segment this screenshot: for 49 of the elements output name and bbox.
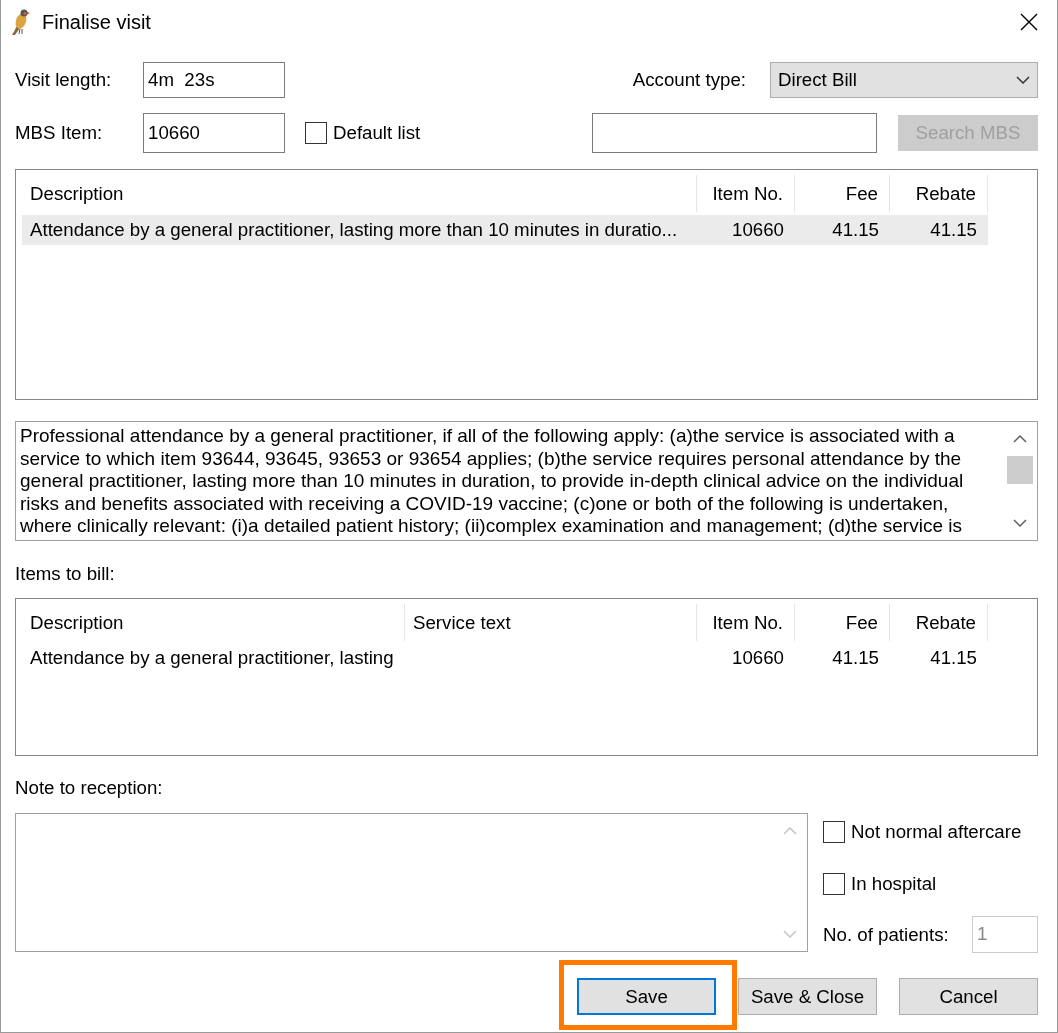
table-cell-text: 41.15 xyxy=(929,646,978,670)
column-header[interactable]: Rebate xyxy=(890,175,988,212)
visit-length-field[interactable]: 4m 23s xyxy=(143,62,285,98)
field-label: No. of patients: xyxy=(823,922,949,946)
checkbox[interactable] xyxy=(823,820,845,843)
table-cell-text: 41.15 xyxy=(831,646,880,670)
column-header[interactable]: Fee xyxy=(795,604,890,641)
list-row[interactable]: Attendance by a general practitioner, lasting 10660 41.15 41.15 xyxy=(22,643,988,673)
column-header[interactable]: Description xyxy=(22,175,697,212)
chevron-down-icon[interactable] xyxy=(1013,519,1027,527)
section-label: Items to bill: xyxy=(15,564,115,584)
checkbox[interactable] xyxy=(823,873,845,896)
chevron-down-icon xyxy=(783,930,797,938)
checkbox[interactable] xyxy=(305,122,327,144)
section-label: Note to reception: xyxy=(15,778,163,798)
chevron-up-icon[interactable] xyxy=(1013,435,1027,443)
description-text: Professional attendance by a general practitioner, if all of the following apply: (a)the service is associated with a service to which item 93644, 93645, 93653 or 93654 applies; (b)the service requires personal attendance by the general practitioner, lasting more than 10 minutes in duration, to provide in-depth clinical advice on the individual risks and benefits associated with receiving a COVID-19 vaccine; (c)one or both of the following is undertaken, where clinically relevant: (i)a detailed patient history; (ii)complex examination and management; (d)the service is xyxy=(19,424,965,538)
field-label: Account type: xyxy=(632,68,746,92)
window-title: Finalise visit xyxy=(42,9,151,35)
field-label: Visit length: xyxy=(15,68,113,92)
checkbox-label[interactable]: In hospital xyxy=(851,872,937,896)
mbs-item-field[interactable]: 10660 xyxy=(143,113,285,153)
list-row[interactable]: Attendance by a general practitioner, lasting more than 10 minutes in duratio... 10660 41.15 41.15 xyxy=(22,215,988,245)
column-header[interactable]: Item No. xyxy=(697,604,795,641)
field-label: MBS Item: xyxy=(15,121,104,145)
dialog-button[interactable]: Cancel xyxy=(899,978,1038,1015)
table-cell-text: 41.15 xyxy=(831,218,880,242)
column-header[interactable]: Service text xyxy=(405,604,697,641)
column-header[interactable]: Rebate xyxy=(890,604,988,641)
checkbox-label[interactable]: Default list xyxy=(333,121,421,145)
chevron-up-icon xyxy=(783,827,797,835)
table-cell-text: Attendance by a general practitioner, lasting xyxy=(29,646,395,670)
chevron-down-icon xyxy=(1016,76,1030,84)
column-header[interactable]: Item No. xyxy=(697,175,795,212)
account-type-dropdown[interactable]: Direct Bill xyxy=(770,62,1038,98)
column-header[interactable]: Description xyxy=(22,604,405,641)
table-cell-text: Attendance by a general practitioner, lasting more than 10 minutes in duratio... xyxy=(29,218,679,242)
table-cell-text: 10660 xyxy=(731,646,785,670)
bird-icon xyxy=(10,8,30,36)
close-icon[interactable] xyxy=(1020,13,1038,31)
column-header[interactable]: Fee xyxy=(795,175,890,212)
dialog-button[interactable]: Save xyxy=(577,978,716,1015)
table-cell-text: 41.15 xyxy=(929,218,978,242)
search-field[interactable] xyxy=(592,113,877,153)
checkbox-label[interactable]: Not normal aftercare xyxy=(851,820,1022,844)
note-field[interactable] xyxy=(15,813,808,952)
table-cell-text: 10660 xyxy=(731,218,785,242)
scrollbar-thumb[interactable] xyxy=(1007,456,1033,484)
dialog-button[interactable]: Save & Close xyxy=(738,978,877,1015)
